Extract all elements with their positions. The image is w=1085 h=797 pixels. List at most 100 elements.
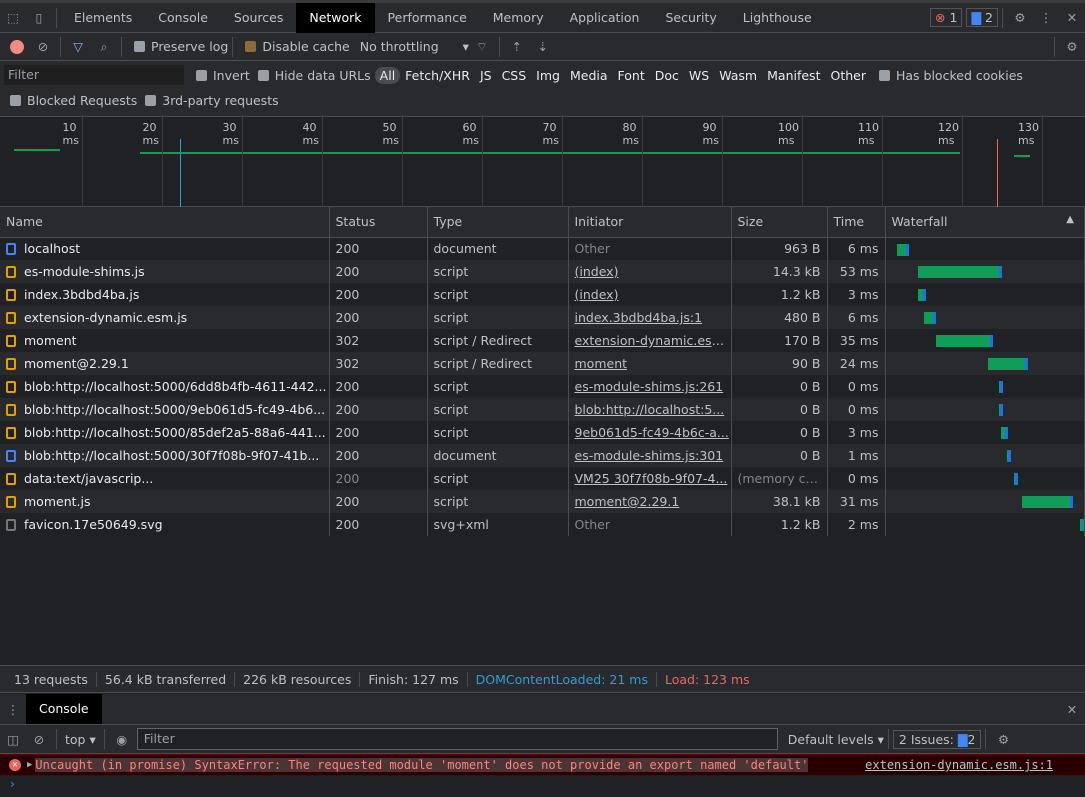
tab-memory[interactable]: Memory xyxy=(480,3,557,33)
column-header-time[interactable]: Time xyxy=(827,207,886,238)
throttling-select[interactable]: No throttling ▾ xyxy=(360,39,469,54)
initiator-cell[interactable]: index.3bdbd4ba.js:1 xyxy=(568,306,732,329)
table-row[interactable]: localhost 200 document Other 963 B6 ms xyxy=(0,237,1085,260)
filter-type-manifest[interactable]: Manifest xyxy=(762,67,825,84)
table-row[interactable]: data:text/javascrip... 200 script VM25 30f7… xyxy=(0,467,1085,490)
filter-type-wasm[interactable]: Wasm xyxy=(714,67,762,84)
has-blocked-cookies-checkbox[interactable]: Has blocked cookies xyxy=(871,68,1023,83)
divider xyxy=(232,36,234,57)
filter-type-img[interactable]: Img xyxy=(531,67,565,84)
console-filter-input[interactable]: Filter xyxy=(136,728,778,750)
filter-type-fetch-xhr[interactable]: Fetch/XHR xyxy=(400,67,475,84)
live-expression-eye-icon[interactable]: ◉ xyxy=(109,726,135,752)
messages-badge[interactable]: ▇ 2 xyxy=(966,8,998,27)
inspect-element-icon[interactable]: ⬚ xyxy=(0,5,26,31)
export-har-icon[interactable]: ⇣ xyxy=(530,34,556,60)
settings-gear-icon[interactable]: ⚙ xyxy=(1007,5,1033,31)
disable-cache-checkbox[interactable]: Disable cache xyxy=(237,39,350,54)
filter-type-css[interactable]: CSS xyxy=(497,67,532,84)
table-row[interactable]: moment@2.29.1 302 script / Redirect moment 9… xyxy=(0,352,1085,375)
table-row[interactable]: blob:http://localhost:5000/9eb061d5-fc49… xyxy=(0,398,1085,421)
error-source-link[interactable]: extension-dynamic.esm.js:1 xyxy=(865,758,1053,772)
filter-input[interactable]: Filter xyxy=(4,65,184,85)
status-cell: 200 xyxy=(329,375,428,398)
network-overview-timeline[interactable]: 10 ms 20 ms 30 ms 40 ms 50 ms 60 ms 70 ms 80 ms… xyxy=(0,117,1085,207)
record-icon[interactable] xyxy=(4,34,30,60)
log-levels-select[interactable]: Default levels ▾ xyxy=(788,732,884,747)
sidebar-toggle-icon[interactable]: ◫ xyxy=(0,726,26,752)
drawer-menu-icon[interactable]: ⋮ xyxy=(0,696,26,722)
column-header-type[interactable]: Type xyxy=(427,207,569,238)
column-label: Waterfall xyxy=(891,214,948,230)
console-settings-gear-icon[interactable]: ⚙ xyxy=(990,726,1016,752)
tab-application[interactable]: Application xyxy=(557,3,653,33)
filter-type-ws[interactable]: WS xyxy=(684,67,714,84)
blocked-requests-checkbox[interactable]: Blocked Requests xyxy=(2,93,137,108)
initiator-cell[interactable]: extension-dynamic.esm... xyxy=(568,329,732,352)
table-row[interactable]: favicon.17e50649.svg 200 svg+xml Other 1.2 k… xyxy=(0,513,1085,536)
tab-network[interactable]: Network xyxy=(296,2,375,33)
initiator-cell[interactable]: blob:http://localhost:5... xyxy=(568,398,732,421)
console-prompt[interactable]: › xyxy=(0,776,1085,797)
time-cell: 2 ms xyxy=(827,513,886,536)
filter-type-doc[interactable]: Doc xyxy=(650,67,684,84)
network-conditions-icon[interactable]: ⌔ xyxy=(469,34,495,60)
device-toolbar-icon[interactable]: ▯ xyxy=(26,5,52,31)
type-cell: script xyxy=(427,398,569,421)
expand-triangle-icon[interactable]: ▶ xyxy=(27,760,32,770)
table-row[interactable]: blob:http://localhost:5000/6dd8b4fb-4611… xyxy=(0,375,1085,398)
size-cell: 38.1 kB xyxy=(731,490,828,513)
filter-type-font[interactable]: Font xyxy=(613,67,650,84)
table-row[interactable]: es-module-shims.js 200 script (index) 14.3 k… xyxy=(0,260,1085,283)
initiator-cell[interactable]: VM25 30f7f08b-9f07-4... xyxy=(568,467,732,490)
tab-lighthouse[interactable]: Lighthouse xyxy=(730,3,825,33)
third-party-checkbox[interactable]: 3rd-party requests xyxy=(137,93,279,108)
table-row[interactable]: extension-dynamic.esm.js 200 script index.3… xyxy=(0,306,1085,329)
tab-console[interactable]: Console xyxy=(145,3,221,33)
column-header-waterfall[interactable]: Waterfall ▲ xyxy=(885,207,1085,238)
filter-type-all[interactable]: All xyxy=(374,66,401,84)
table-row[interactable]: index.3bdbd4ba.js 200 script (index) 1.2 kB 3… xyxy=(0,283,1085,306)
table-row[interactable]: blob:http://localhost:5000/85def2a5-88a6… xyxy=(0,421,1085,444)
initiator-cell[interactable]: es-module-shims.js:301 xyxy=(568,444,732,467)
initiator-cell[interactable]: (index) xyxy=(568,260,732,283)
preserve-log-checkbox[interactable]: Preserve log xyxy=(126,39,228,54)
hide-data-urls-checkbox[interactable]: Hide data URLs xyxy=(250,68,371,83)
network-settings-gear-icon[interactable]: ⚙ xyxy=(1059,34,1085,60)
initiator-cell[interactable]: 9eb061d5-fc49-4b6c-a... xyxy=(568,421,732,444)
column-header-status[interactable]: Status xyxy=(329,207,428,238)
search-icon[interactable]: ⌕ xyxy=(91,34,117,60)
more-options-icon[interactable]: ⋮ xyxy=(1033,5,1059,31)
tab-sources[interactable]: Sources xyxy=(221,3,296,33)
tab-elements[interactable]: Elements xyxy=(61,3,145,33)
initiator-cell[interactable]: moment xyxy=(568,352,732,375)
time-cell: 3 ms xyxy=(827,421,886,444)
close-icon[interactable]: ✕ xyxy=(1059,5,1085,31)
table-row[interactable]: moment 302 script / Redirect extension-dyna… xyxy=(0,329,1085,352)
clear-icon[interactable]: ⊘ xyxy=(30,34,56,60)
initiator-cell[interactable]: es-module-shims.js:261 xyxy=(568,375,732,398)
clear-console-icon[interactable]: ⊘ xyxy=(26,726,52,752)
table-row[interactable]: blob:http://localhost:5000/30f7f08b-9f07… xyxy=(0,444,1085,467)
tab-performance[interactable]: Performance xyxy=(375,3,480,33)
close-drawer-icon[interactable]: ✕ xyxy=(1059,696,1085,722)
context-select[interactable]: top ▾ xyxy=(61,732,100,747)
import-har-icon[interactable]: ⇡ xyxy=(504,34,530,60)
issues-button[interactable]: 2 Issues: ▇2 xyxy=(892,729,982,749)
drawer-tab-console[interactable]: Console xyxy=(26,694,102,724)
finish-time: Finish: 127 ms xyxy=(360,671,468,687)
invert-checkbox[interactable]: Invert xyxy=(188,68,250,83)
filter-icon[interactable]: ▽ xyxy=(65,34,91,60)
column-header-name[interactable]: Name xyxy=(0,207,330,238)
name-cell: es-module-shims.js xyxy=(0,260,330,283)
initiator-cell[interactable]: (index) xyxy=(568,283,732,306)
initiator-cell[interactable]: moment@2.29.1 xyxy=(568,490,732,513)
filter-type-js[interactable]: JS xyxy=(475,67,497,84)
tab-security[interactable]: Security xyxy=(652,3,729,33)
table-row[interactable]: moment.js 200 script moment@2.29.1 38.1 kB 31… xyxy=(0,490,1085,513)
column-header-size[interactable]: Size xyxy=(731,207,828,238)
filter-type-media[interactable]: Media xyxy=(565,67,613,84)
errors-badge[interactable]: ⊗ 1 xyxy=(930,8,963,27)
filter-type-other[interactable]: Other xyxy=(825,67,871,84)
column-header-initiator[interactable]: Initiator xyxy=(568,207,732,238)
